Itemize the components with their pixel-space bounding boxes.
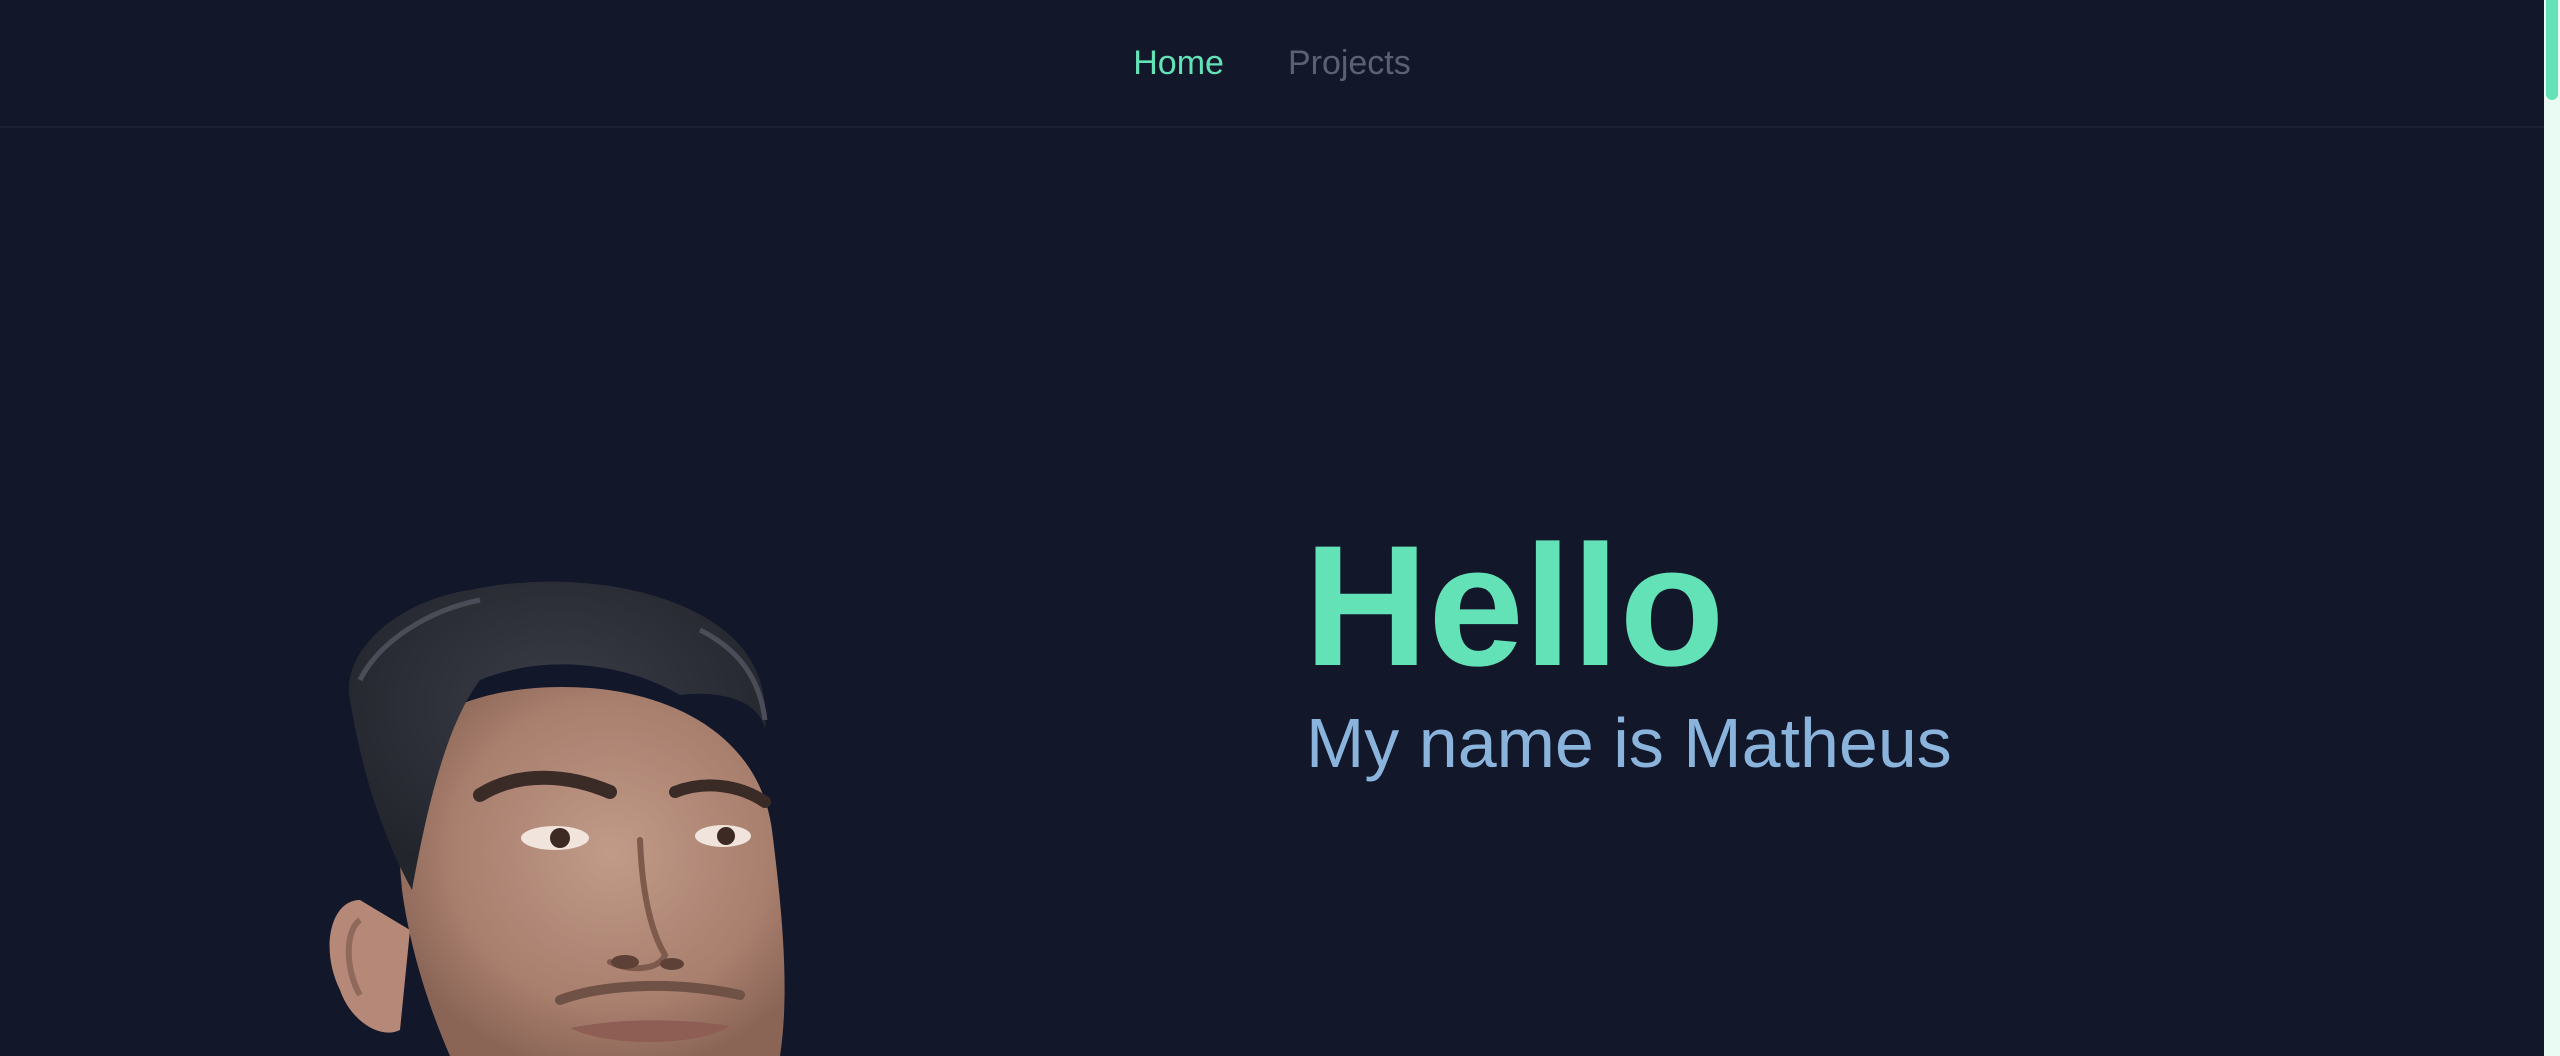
top-navbar: Home Projects <box>0 0 2544 128</box>
page-scrollbar[interactable] <box>2544 0 2560 1056</box>
nav-link-projects[interactable]: Projects <box>1288 40 1411 87</box>
page: Home Projects Hello My name is Matheus <box>0 0 2560 1056</box>
hero-subtitle: My name is Matheus <box>1306 704 1952 782</box>
hero-title: Hello <box>1304 510 1725 702</box>
scrollbar-thumb[interactable] <box>2546 0 2558 100</box>
portrait-image <box>329 581 785 1056</box>
nav-link-home[interactable]: Home <box>1133 40 1224 87</box>
